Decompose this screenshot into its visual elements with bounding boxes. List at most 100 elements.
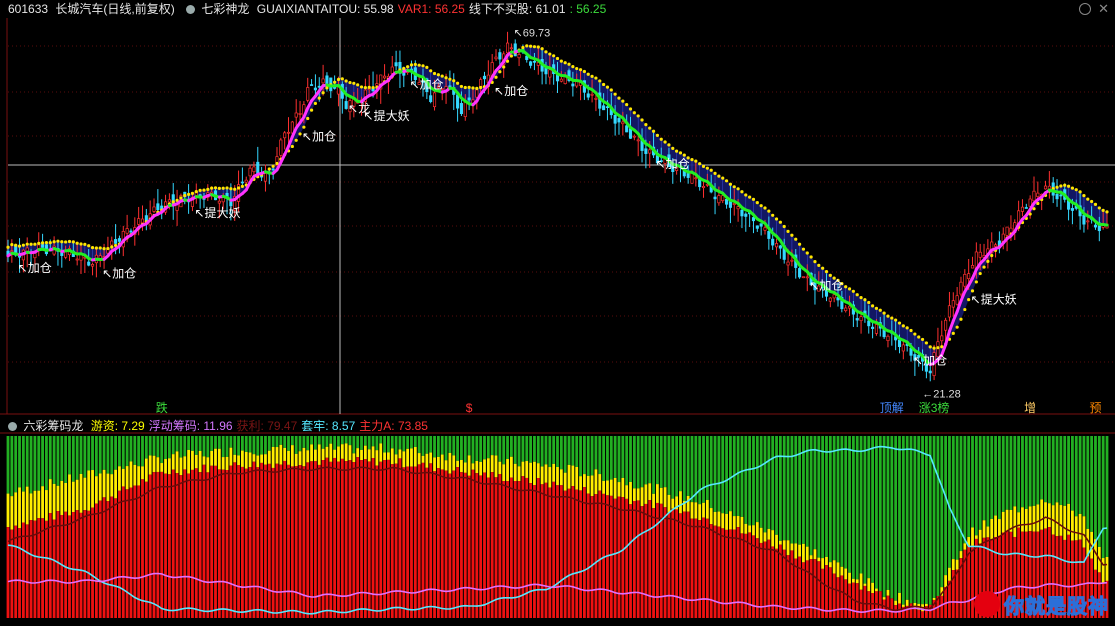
chip-column-222 [860, 436, 863, 618]
candle-125 [487, 60, 489, 94]
ma-dot-227 [879, 309, 882, 312]
ma-dot-200 [775, 217, 778, 220]
ma-dot-51 [202, 189, 205, 192]
chip-column-104 [406, 436, 409, 618]
chip-column-213 [825, 436, 828, 618]
ma-dot-58 [229, 187, 232, 190]
ma-dot-210 [813, 260, 816, 263]
ma-dot-194 [752, 198, 755, 201]
chip-column-225 [871, 436, 874, 618]
ma-dot-9 [41, 241, 44, 244]
chip-column-6 [30, 436, 33, 618]
ma-dot-78 [306, 117, 309, 120]
chip-column-124 [483, 436, 486, 618]
ma-dot-120 [468, 86, 471, 89]
chip-column-218 [844, 436, 847, 618]
ma-dot-208 [806, 251, 809, 254]
panel-option-icon[interactable] [1079, 3, 1091, 15]
candle-101 [395, 51, 397, 70]
ma-dot-112 [437, 73, 440, 76]
chip-column-44 [176, 436, 179, 618]
ma-dot-26 [106, 247, 109, 250]
ma-dot-22 [91, 246, 94, 249]
ma-dot-114 [444, 76, 447, 79]
chip-column-220 [852, 436, 855, 618]
ma-dot-123 [479, 86, 482, 89]
chip-column-128 [498, 436, 501, 618]
annotation-2: ↖提大妖 [194, 205, 240, 220]
high-label: ↖69.73 [514, 27, 551, 39]
chip-column-37 [149, 436, 152, 618]
ma-dot-85 [333, 81, 336, 84]
chip-column-205 [794, 436, 797, 618]
chip-column-249 [963, 436, 966, 618]
ma-dot-186 [721, 177, 724, 180]
ma-dot-86 [337, 78, 340, 81]
ma-dot-156 [606, 86, 609, 89]
chip-column-236 [913, 436, 916, 618]
ma-dot-239 [925, 341, 928, 344]
chip-column-84 [329, 436, 332, 618]
candle-133 [518, 52, 520, 66]
chip-column-36 [145, 436, 148, 618]
chip-column-243 [940, 436, 943, 618]
chip-column-202 [783, 436, 786, 618]
ma-dot-247 [956, 326, 959, 329]
chip-column-118 [460, 436, 463, 618]
chip-column-182 [706, 436, 709, 618]
chip-column-78 [306, 436, 309, 618]
trend-seg-245 [946, 331, 950, 344]
chip-column-201 [779, 436, 782, 618]
chip-column-21 [87, 436, 90, 618]
ma-dot-55 [218, 187, 221, 190]
ma-dot-249 [963, 308, 966, 311]
indicator-settings-icon[interactable] [186, 5, 195, 14]
indicator-settings-icon-2[interactable] [8, 422, 17, 431]
chip-column-141 [548, 436, 551, 618]
bottom-panel-header: 六彩筹码龙 游资: 7.29浮动筹码: 11.96获利: 79.47套牢: 8.… [0, 417, 1115, 435]
chip-column-123 [479, 436, 482, 618]
chip-column-204 [791, 436, 794, 618]
chip-column-140 [545, 436, 548, 618]
candle-193 [748, 212, 750, 227]
chip-column-26 [107, 436, 110, 618]
ma-dot-237 [917, 335, 920, 338]
ma-dot-107 [418, 64, 421, 67]
chip-column-134 [522, 436, 525, 618]
close-icon[interactable]: ✕ [1098, 1, 1109, 17]
ma-dot-170 [660, 138, 663, 141]
chip-column-62 [245, 436, 248, 618]
ma-dot-3 [18, 244, 21, 247]
chip-column-189 [733, 436, 736, 618]
watermark: 你就是股神 [974, 589, 1109, 619]
chip-column-187 [725, 436, 728, 618]
top-value-3: : 56.25 [570, 2, 607, 16]
ma-dot-129 [502, 65, 505, 68]
top-value-0: GUAIXIANTAITOU: 55.98 [257, 2, 394, 16]
chip-column-61 [241, 436, 244, 618]
ma-dot-185 [717, 175, 720, 178]
chip-column-56 [222, 436, 225, 618]
chip-column-25 [103, 436, 106, 618]
chip-column-209 [810, 436, 813, 618]
ma-dot-50 [199, 189, 202, 192]
ma-dot-221 [856, 293, 859, 296]
ma-dot-219 [848, 287, 851, 290]
ma-dot-2 [14, 244, 17, 247]
chip-column-185 [717, 436, 720, 618]
candle-196 [760, 224, 762, 236]
ma-dot-161 [625, 103, 628, 106]
top-indicator-name[interactable]: 七彩神龙 [201, 2, 249, 16]
annotation-11: ↖提大妖 [971, 291, 1017, 306]
chip-column-89 [349, 436, 352, 618]
bottom-indicator-name[interactable]: 六彩筹码龙 [23, 419, 83, 433]
chip-column-174 [675, 436, 678, 618]
ma-dot-27 [110, 245, 113, 248]
chip-column-93 [364, 436, 367, 618]
chip-column-186 [721, 436, 724, 618]
ma-dot-211 [817, 264, 820, 267]
ma-dot-7 [33, 243, 36, 246]
candle-136 [529, 61, 531, 69]
chip-column-221 [856, 436, 859, 618]
ma-dot-94 [368, 86, 371, 89]
